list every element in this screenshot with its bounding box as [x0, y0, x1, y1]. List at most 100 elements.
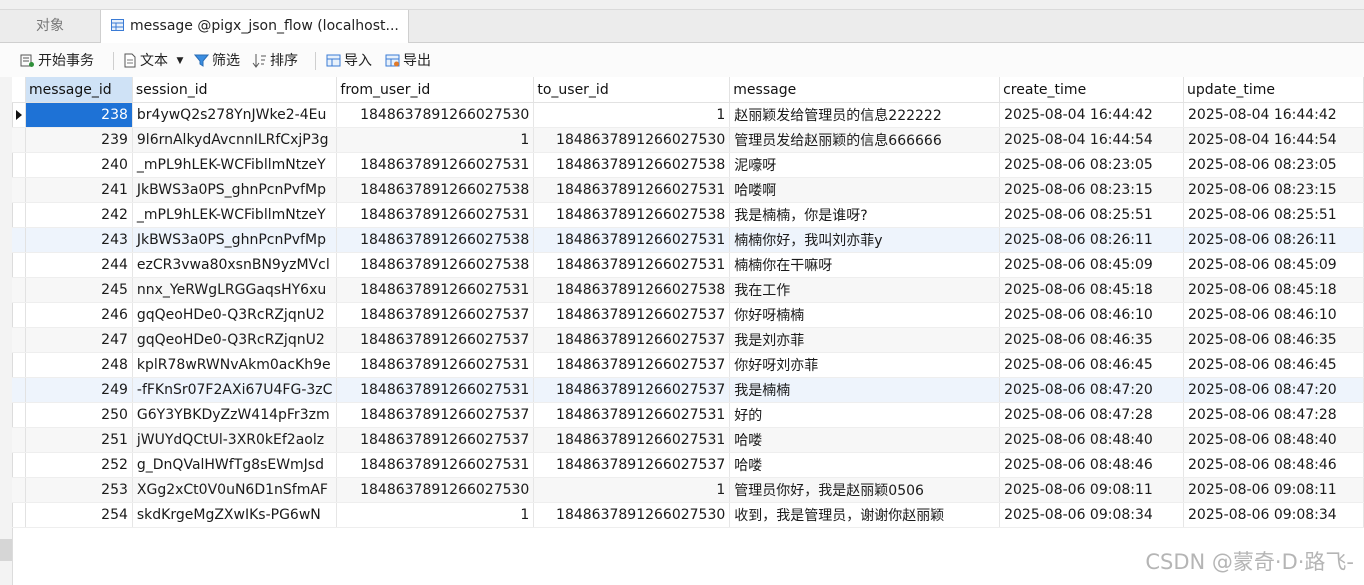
table-cell[interactable]: -fFKnSr07F2AXi67U4FG-3zC: [132, 377, 338, 403]
table-cell[interactable]: 收到，我是管理员，谢谢你赵丽颖: [729, 502, 1001, 528]
table-cell[interactable]: 2025-08-06 08:48:40: [1183, 427, 1364, 453]
table-cell[interactable]: 251: [25, 427, 133, 453]
table-cell[interactable]: 2025-08-06 08:46:45: [1183, 352, 1364, 378]
table-row[interactable]: 250 G6Y3YBKDyZzW414pFr3zm 1848637891266027…: [12, 402, 1364, 428]
table-cell[interactable]: 253: [25, 477, 133, 503]
table-cell[interactable]: 2025-08-06 08:47:28: [1183, 402, 1364, 428]
table-cell[interactable]: 239: [25, 127, 133, 153]
table-cell[interactable]: 2025-08-06 08:47:28: [999, 402, 1185, 428]
table-cell[interactable]: 1848637891266027531: [336, 277, 535, 303]
table-cell[interactable]: 1848637891266027537: [533, 377, 731, 403]
table-row[interactable]: 241 JkBWS3a0PS_ghnPcnPvfMp 184863789126602…: [12, 177, 1364, 203]
table-cell[interactable]: 赵丽颖发给管理员的信息222222: [729, 102, 1001, 128]
table-cell[interactable]: 1848637891266027537: [533, 302, 731, 328]
table-cell[interactable]: skdKrgeMgZXwIKs-PG6wN: [132, 502, 338, 528]
table-cell[interactable]: 1848637891266027538: [336, 252, 535, 278]
table-cell[interactable]: 252: [25, 452, 133, 478]
table-cell[interactable]: 2025-08-06 08:47:20: [1183, 377, 1364, 403]
table-cell[interactable]: 240: [25, 152, 133, 178]
table-cell[interactable]: 1848637891266027530: [336, 102, 535, 128]
table-cell[interactable]: 243: [25, 227, 133, 253]
table-cell[interactable]: 1848637891266027531: [533, 252, 731, 278]
table-cell[interactable]: JkBWS3a0PS_ghnPcnPvfMp: [132, 177, 338, 203]
table-cell[interactable]: 2025-08-04 16:44:42: [1183, 102, 1364, 128]
table-cell[interactable]: 你好呀刘亦菲: [729, 352, 1001, 378]
row-header[interactable]: [12, 277, 26, 303]
table-cell[interactable]: 254: [25, 502, 133, 528]
table-row[interactable]: 239 9l6rnAlkydAvcnnILRfCxjP3g 1 18486378912…: [12, 127, 1364, 153]
table-cell[interactable]: _mPL9hLEK-WCFibllmNtzeY: [132, 152, 338, 178]
table-cell[interactable]: 250: [25, 402, 133, 428]
table-cell[interactable]: 2025-08-06 08:48:46: [999, 452, 1185, 478]
table-cell[interactable]: 2025-08-06 08:23:15: [1183, 177, 1364, 203]
table-cell[interactable]: 哈喽: [729, 452, 1001, 478]
row-header[interactable]: [12, 377, 26, 403]
column-header[interactable]: to_user_id: [533, 77, 731, 103]
table-row[interactable]: 248 kplR78wRWNvAkm0acKh9e 1848637891266027…: [12, 352, 1364, 378]
table-cell[interactable]: 我是楠楠: [729, 377, 1001, 403]
table-cell[interactable]: 1848637891266027537: [533, 452, 731, 478]
table-cell[interactable]: 泥嚎呀: [729, 152, 1001, 178]
table-cell[interactable]: 2025-08-06 09:08:11: [999, 477, 1185, 503]
table-cell[interactable]: 1848637891266027531: [533, 177, 731, 203]
row-header[interactable]: [12, 152, 26, 178]
table-cell[interactable]: 1: [336, 502, 535, 528]
table-cell[interactable]: 2025-08-06 08:48:40: [999, 427, 1185, 453]
table-cell[interactable]: 2025-08-04 16:44:54: [1183, 127, 1364, 153]
table-cell[interactable]: 哈喽: [729, 427, 1001, 453]
table-cell[interactable]: jWUYdQCtUl-3XR0kEf2aolz: [132, 427, 338, 453]
row-header[interactable]: [12, 252, 26, 278]
table-row[interactable]: 243 JkBWS3a0PS_ghnPcnPvfMp 184863789126602…: [12, 227, 1364, 253]
row-header[interactable]: [12, 352, 26, 378]
table-cell[interactable]: 1848637891266027538: [533, 277, 731, 303]
table-cell[interactable]: 2025-08-06 09:08:34: [999, 502, 1185, 528]
table-row[interactable]: 240 _mPL9hLEK-WCFibllmNtzeY 18486378912660…: [12, 152, 1364, 178]
table-row[interactable]: 254 skdKrgeMgZXwIKs-PG6wN 1 184863789126602…: [12, 502, 1364, 528]
row-header[interactable]: [12, 127, 26, 153]
table-cell[interactable]: 2025-08-06 08:46:10: [999, 302, 1185, 328]
table-cell[interactable]: g_DnQValHWfTg8sEWmJsd: [132, 452, 338, 478]
table-cell[interactable]: 2025-08-06 08:46:35: [999, 327, 1185, 353]
row-header[interactable]: [12, 102, 26, 128]
table-cell[interactable]: 2025-08-06 09:08:11: [1183, 477, 1364, 503]
table-cell[interactable]: G6Y3YBKDyZzW414pFr3zm: [132, 402, 338, 428]
table-cell[interactable]: 1848637891266027531: [336, 152, 535, 178]
table-cell[interactable]: 1848637891266027538: [533, 202, 731, 228]
table-cell[interactable]: 楠楠你好，我叫刘亦菲y: [729, 227, 1001, 253]
table-row[interactable]: 252 g_DnQValHWfTg8sEWmJsd 1848637891266027…: [12, 452, 1364, 478]
row-header[interactable]: [12, 452, 26, 478]
table-cell[interactable]: JkBWS3a0PS_ghnPcnPvfMp: [132, 227, 338, 253]
row-header[interactable]: [12, 227, 26, 253]
table-cell[interactable]: gqQeoHDe0-Q3RcRZjqnU2: [132, 327, 338, 353]
table-cell[interactable]: 2025-08-06 08:25:51: [1183, 202, 1364, 228]
table-cell[interactable]: 2025-08-04 16:44:42: [999, 102, 1185, 128]
table-row[interactable]: 245 nnx_YeRWgLRGGaqsHY6xu 1848637891266027…: [12, 277, 1364, 303]
row-header[interactable]: [12, 202, 26, 228]
table-cell[interactable]: 2025-08-06 08:46:45: [999, 352, 1185, 378]
table-cell[interactable]: 1848637891266027531: [336, 377, 535, 403]
begin-transaction-button[interactable]: 开始事务: [20, 51, 94, 71]
table-row[interactable]: 244 ezCR3vwa80xsnBN9yzMVcl 184863789126602…: [12, 252, 1364, 278]
table-cell[interactable]: 1848637891266027531: [533, 402, 731, 428]
table-cell[interactable]: br4ywQ2s278YnJWke2-4Eu: [132, 102, 338, 128]
table-cell[interactable]: 1: [533, 102, 731, 128]
table-cell[interactable]: 2025-08-04 16:44:54: [999, 127, 1185, 153]
table-cell[interactable]: 1848637891266027537: [336, 327, 535, 353]
table-cell[interactable]: 248: [25, 352, 133, 378]
table-cell[interactable]: 1848637891266027531: [336, 352, 535, 378]
table-cell[interactable]: 246: [25, 302, 133, 328]
table-cell[interactable]: 1848637891266027537: [336, 402, 535, 428]
table-cell[interactable]: 245: [25, 277, 133, 303]
table-row[interactable]: 251 jWUYdQCtUl-3XR0kEf2aolz 18486378912660…: [12, 427, 1364, 453]
table-row[interactable]: 253 XGg2xCt0V0uN6D1nSfmAF 1848637891266027…: [12, 477, 1364, 503]
table-cell[interactable]: 244: [25, 252, 133, 278]
table-cell[interactable]: 1848637891266027531: [336, 202, 535, 228]
row-header[interactable]: [12, 402, 26, 428]
export-button[interactable]: 导出: [385, 51, 431, 71]
table-cell[interactable]: 241: [25, 177, 133, 203]
table-cell[interactable]: 1: [336, 127, 535, 153]
column-header[interactable]: message_id: [25, 77, 133, 103]
column-header[interactable]: session_id: [132, 77, 338, 103]
table-cell[interactable]: 1848637891266027538: [336, 177, 535, 203]
table-cell[interactable]: 1848637891266027538: [533, 152, 731, 178]
